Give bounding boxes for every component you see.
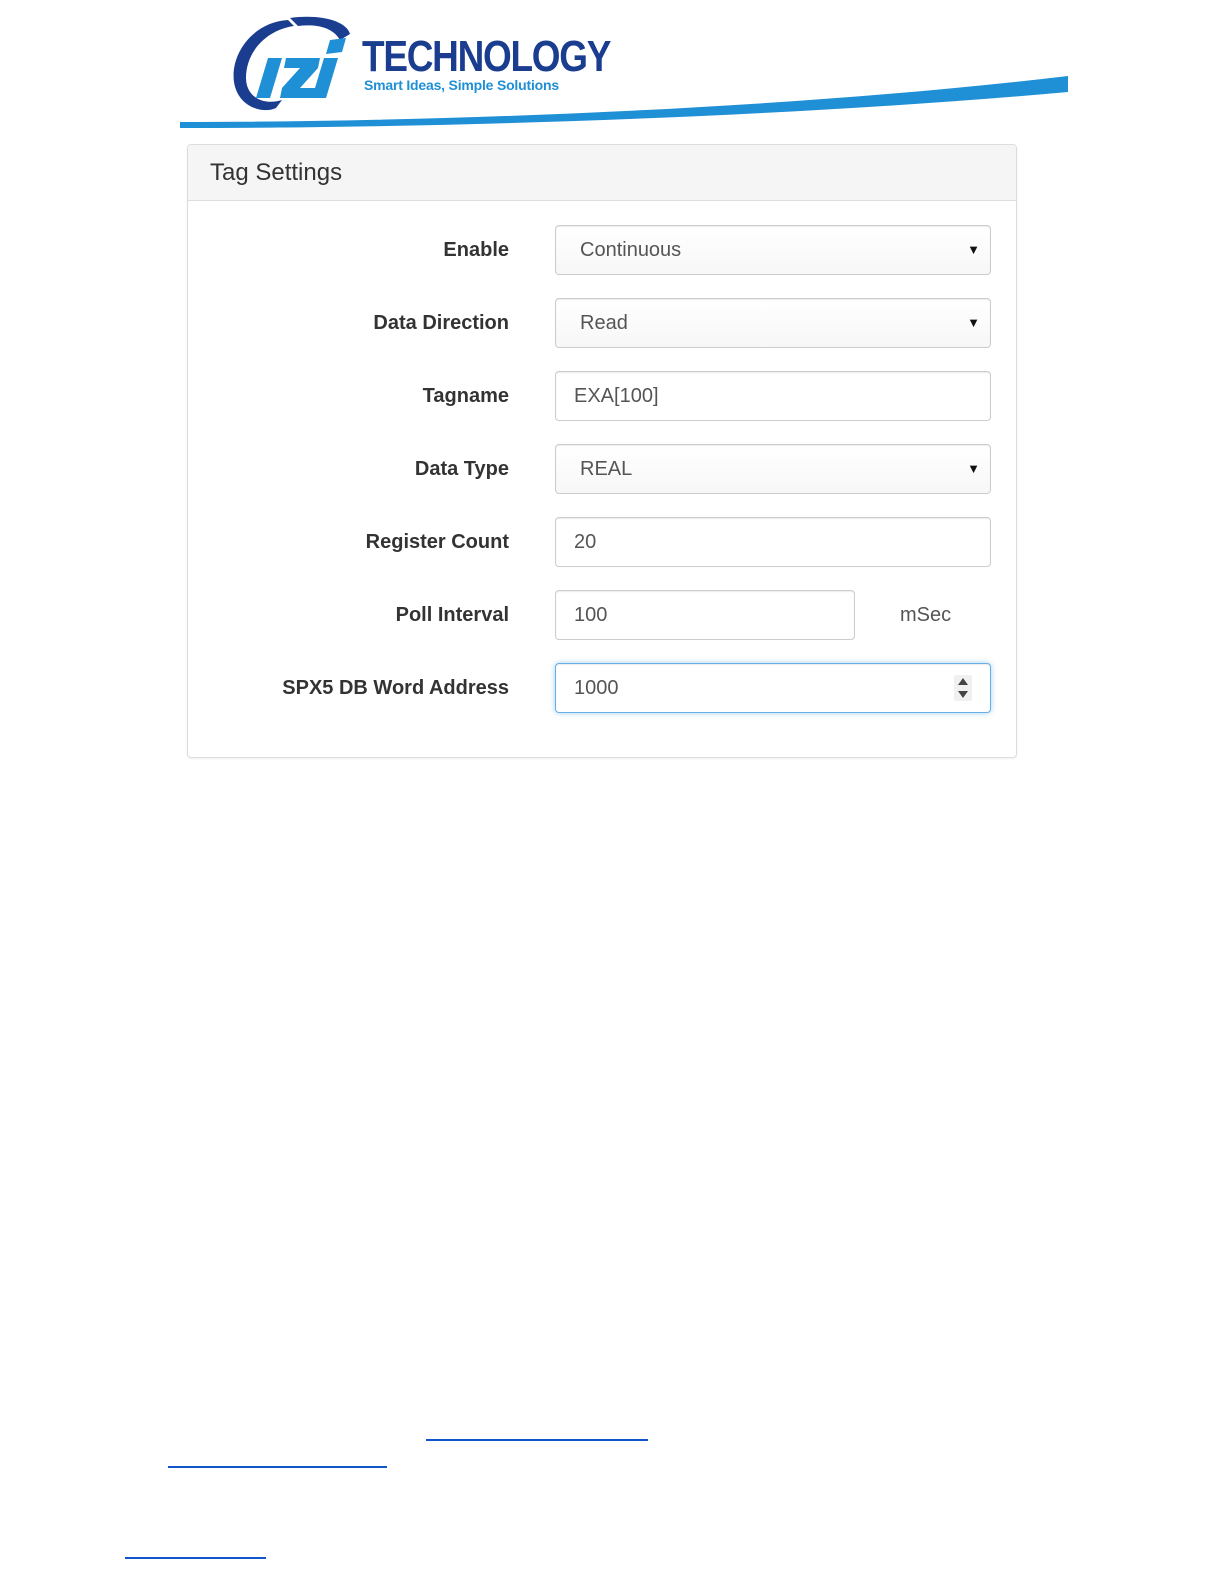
data-direction-select-value: Read (580, 312, 628, 334)
form-row-tagname: Tagname EXA[100] (188, 371, 1016, 421)
caret-down-icon: ▼ (967, 242, 980, 257)
panel-title: Tag Settings (188, 145, 1016, 201)
caret-down-icon: ▼ (967, 315, 980, 330)
word-address-label: SPX5 DB Word Address (282, 677, 509, 699)
word-address-input[interactable]: 1000 (555, 663, 991, 713)
form-row-enable: Enable Continuous ▼ (188, 225, 1016, 275)
enable-select-value: Continuous (580, 239, 682, 261)
tagname-label: Tagname (422, 385, 509, 407)
poll-interval-input[interactable]: 100 (555, 590, 855, 640)
tagname-input-value: EXA[100] (574, 385, 659, 407)
footer-link-underline-3[interactable] (125, 1557, 266, 1559)
logo-title: TECHNOLOGY (362, 32, 611, 81)
poll-interval-input-value: 100 (574, 604, 608, 626)
word-address-input-value: 1000 (574, 677, 619, 699)
izi-logo-icon (233, 16, 350, 111)
enable-label: Enable (443, 239, 509, 261)
data-direction-label: Data Direction (373, 312, 509, 334)
page-header: TECHNOLOGY Smart Ideas, Simple Solutions (0, 0, 1224, 140)
footer-link-underline-1[interactable] (426, 1439, 648, 1441)
poll-interval-unit: mSec (900, 604, 952, 626)
tagname-input[interactable]: EXA[100] (555, 371, 991, 421)
tag-settings-panel: Tag Settings Enable Continuous ▼ Data Di… (187, 144, 1017, 758)
form-row-word-address: SPX5 DB Word Address 1000 (188, 663, 1016, 713)
data-direction-select[interactable]: Read ▼ (555, 298, 991, 348)
form-row-data-direction: Data Direction Read ▼ (188, 298, 1016, 348)
form-row-data-type: Data Type REAL ▼ (188, 444, 1016, 494)
data-type-select-value: REAL (580, 458, 633, 480)
data-type-label: Data Type (414, 458, 509, 480)
caret-down-icon: ▼ (967, 461, 980, 476)
register-count-input[interactable]: 20 (555, 517, 991, 567)
poll-interval-label: Poll Interval (395, 604, 509, 626)
spinner-icon[interactable] (954, 675, 972, 701)
form-row-register-count: Register Count 20 (188, 517, 1016, 567)
register-count-label: Register Count (365, 531, 509, 553)
logo-tagline: Smart Ideas, Simple Solutions (364, 77, 559, 93)
enable-select[interactable]: Continuous ▼ (555, 225, 991, 275)
register-count-input-value: 20 (574, 531, 597, 553)
data-type-select[interactable]: REAL ▼ (555, 444, 991, 494)
footer-link-underline-2[interactable] (168, 1466, 387, 1468)
form-row-poll-interval: Poll Interval 100 mSec (188, 590, 1016, 640)
